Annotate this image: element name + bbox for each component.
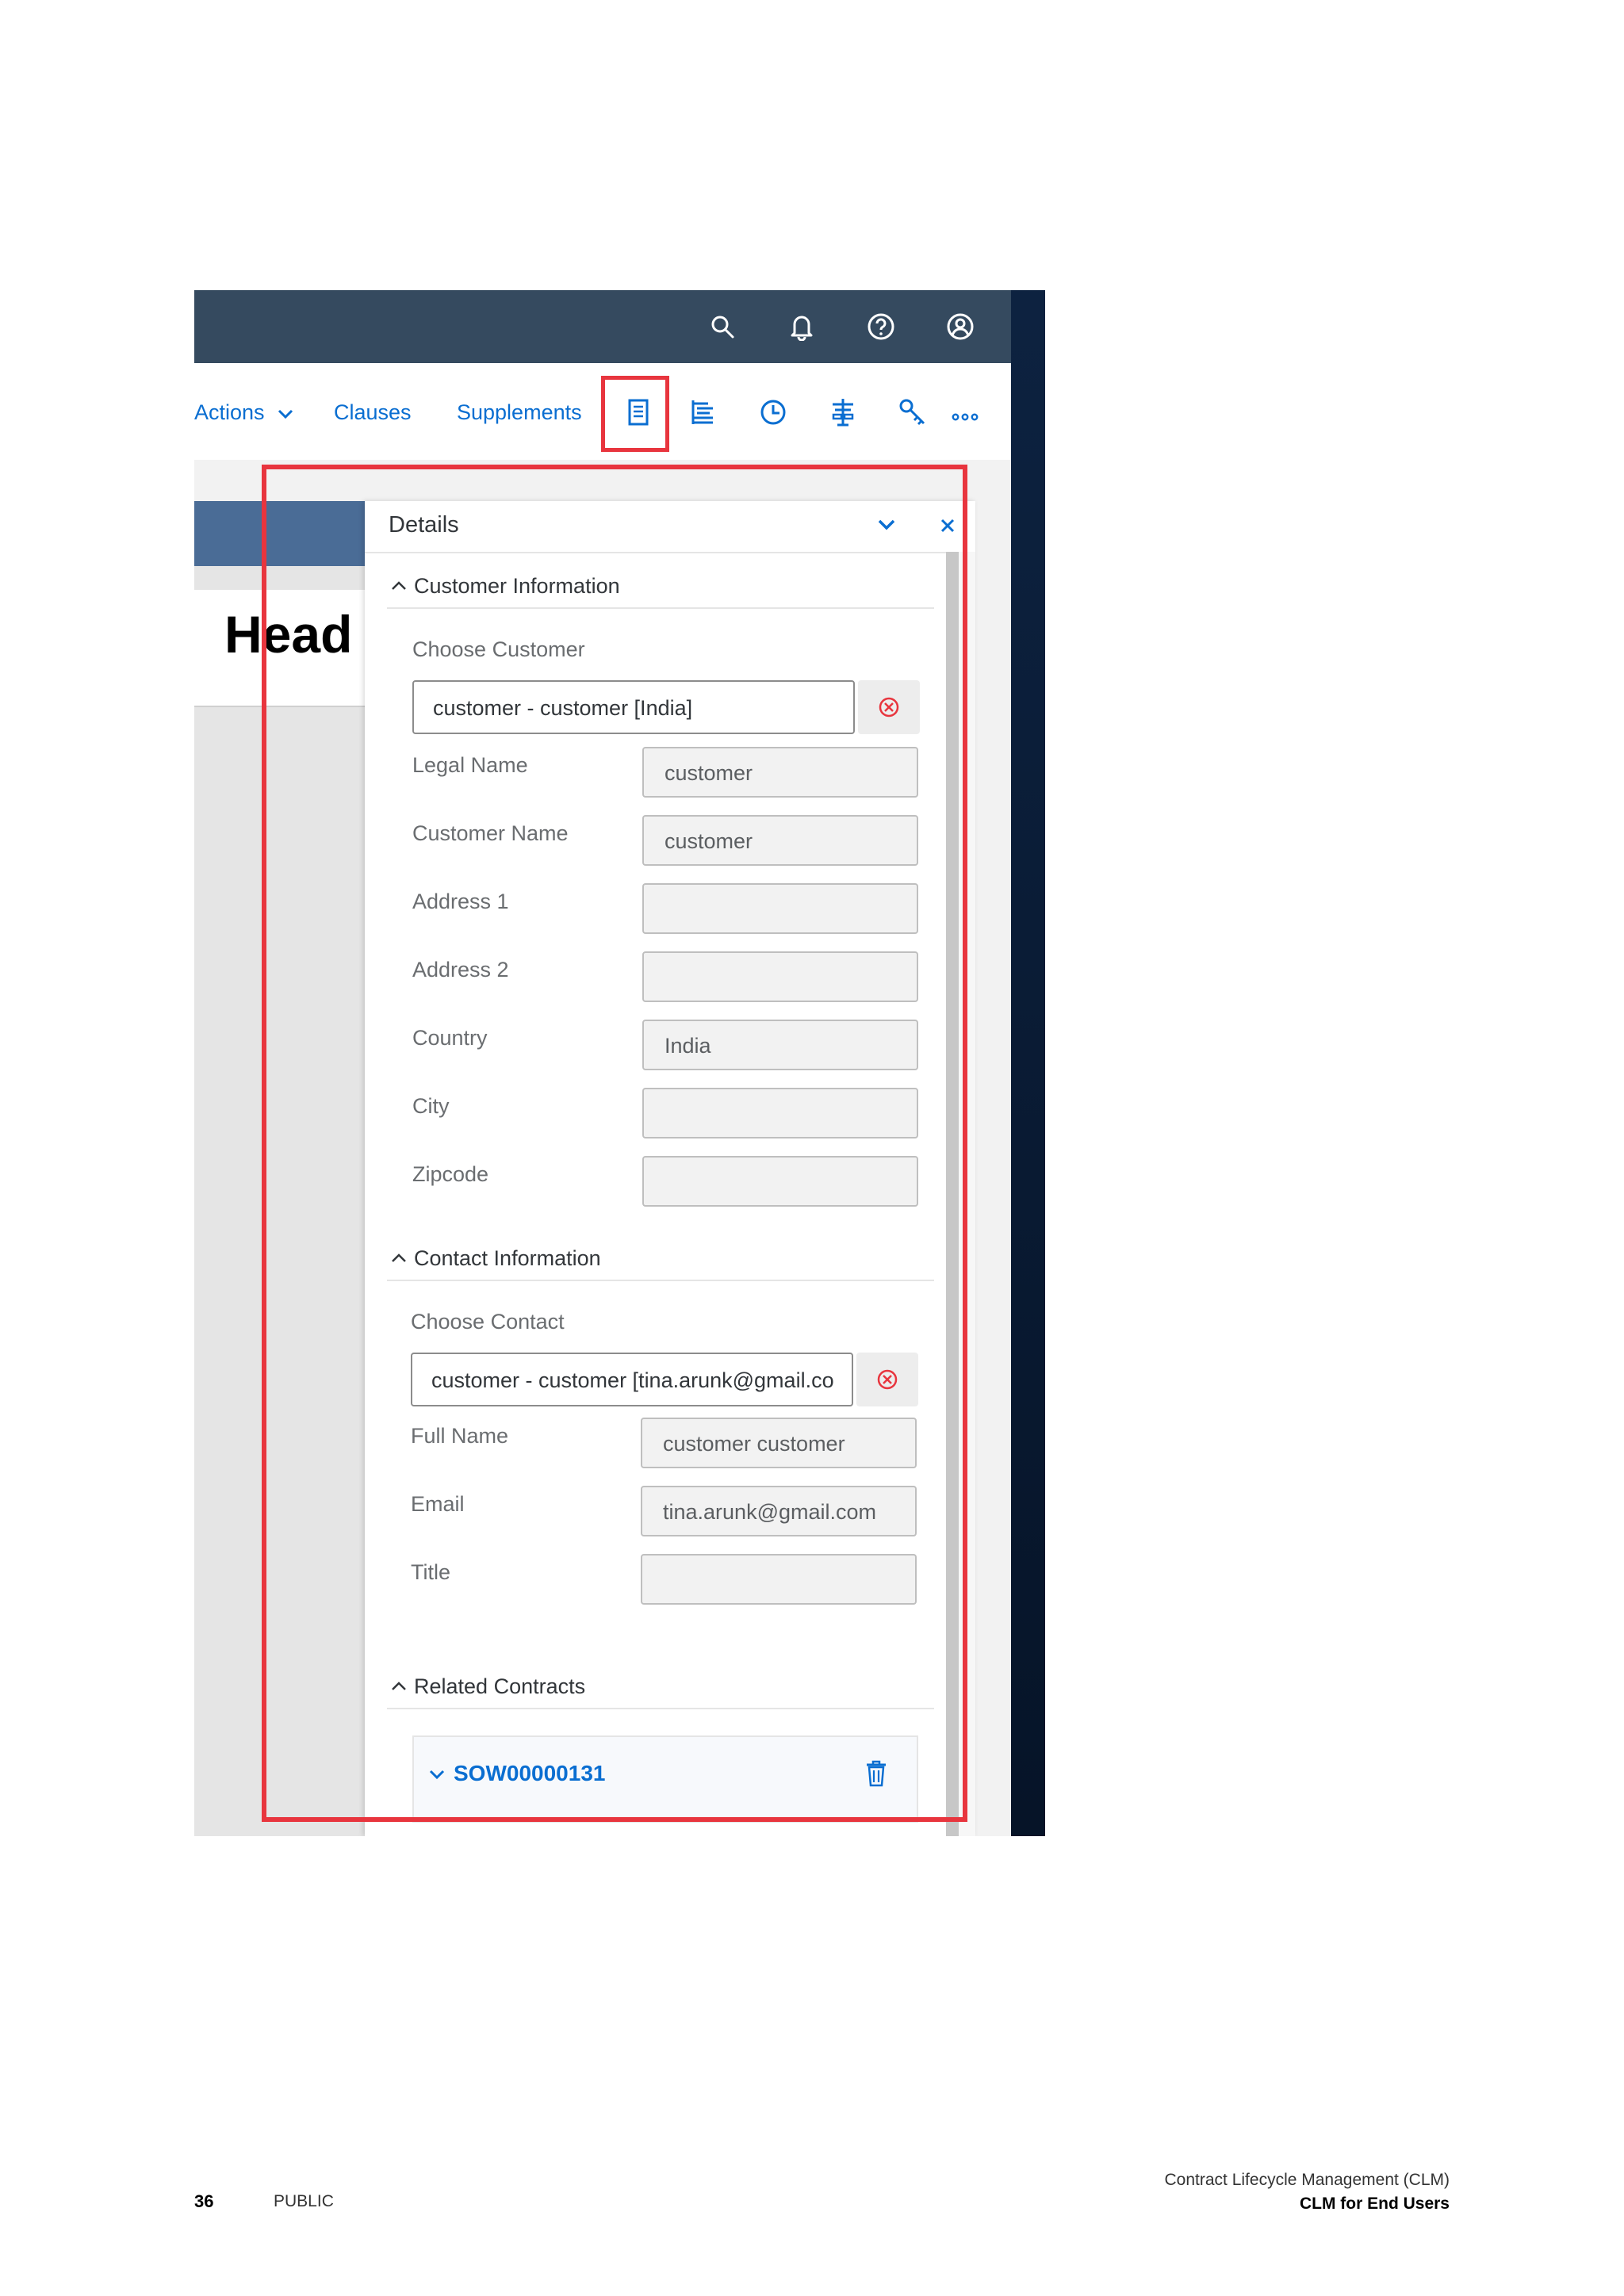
key-icon[interactable] (894, 393, 932, 431)
highlight-details-button (601, 376, 669, 452)
actions-menu[interactable]: Actions (194, 400, 294, 425)
classification-label: PUBLIC (274, 2192, 334, 2210)
help-icon[interactable] (862, 308, 900, 346)
right-gutter (987, 460, 1011, 1836)
user-avatar-icon[interactable] (941, 308, 979, 346)
footer-doc-title: Contract Lifecycle Management (CLM) (1164, 2171, 1450, 2189)
footer-doc-info: Contract Lifecycle Management (CLM) CLM … (1165, 2168, 1450, 2216)
search-icon[interactable] (703, 308, 741, 346)
screenshot: Actions Clauses Supplements Head Details… (194, 290, 1045, 1836)
highlight-details-panel (262, 465, 967, 1822)
more-icon[interactable] (946, 398, 984, 436)
bell-icon[interactable] (783, 308, 821, 346)
compare-scale-icon[interactable] (824, 393, 862, 431)
page-number: 36 (194, 2191, 214, 2211)
outline-icon[interactable] (684, 393, 722, 431)
clauses-tab[interactable]: Clauses (334, 400, 412, 425)
history-icon[interactable] (754, 393, 792, 431)
chevron-down-icon (278, 409, 293, 419)
side-strip (1011, 290, 1045, 1836)
footer-doc-subtitle: CLM for End Users (1299, 2195, 1450, 2213)
supplements-tab[interactable]: Supplements (457, 400, 582, 425)
shell-bar (194, 290, 1011, 363)
